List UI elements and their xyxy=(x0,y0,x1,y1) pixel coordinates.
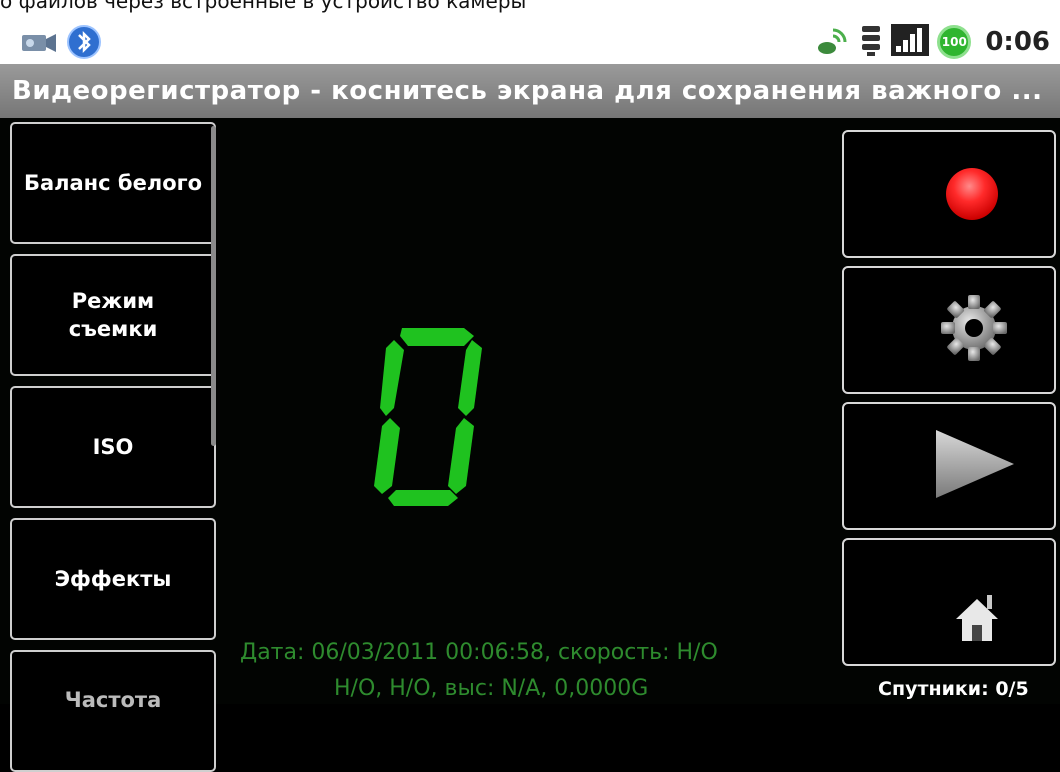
iso-button[interactable]: ISO xyxy=(10,386,216,508)
white-balance-button[interactable]: Баланс белого xyxy=(10,122,216,244)
status-left-icons xyxy=(20,24,102,64)
status-time: 0:06 xyxy=(985,27,1050,57)
iso-label: ISO xyxy=(92,435,134,459)
shooting-mode-button[interactable]: Режим съемки xyxy=(10,254,216,376)
record-button[interactable] xyxy=(842,130,1056,258)
effects-button[interactable]: Эффекты xyxy=(10,518,216,640)
app-title: Видеорегистратор - коснитесь экрана для … xyxy=(12,76,1043,106)
frequency-button[interactable]: Частота xyxy=(10,650,216,772)
gps-info-line2: Н/О, Н/О, выс: N/A, 0,0000G xyxy=(334,676,649,701)
gps-info-line1: Дата: 06/03/2011 00:06:58, скорость: Н/О xyxy=(240,640,718,665)
play-icon xyxy=(932,426,1018,506)
status-right-icons: 100 0:06 xyxy=(815,22,1050,62)
gps-signal-icon xyxy=(815,22,851,62)
title-bar: Видеорегистратор - коснитесь экрана для … xyxy=(0,64,1060,118)
wifi-icon xyxy=(859,22,883,62)
satellites-count: Спутники: 0/5 xyxy=(878,678,1029,700)
caption-text: о файлов через встроенные в устройство к… xyxy=(0,0,527,13)
status-bar: 100 0:06 xyxy=(0,18,1060,64)
record-icon xyxy=(946,168,998,220)
home-icon xyxy=(952,585,1002,649)
battery-level: 100 xyxy=(941,35,967,49)
home-button[interactable] xyxy=(842,538,1056,666)
camera-recorder-icon xyxy=(20,25,60,63)
bluetooth-globe-icon xyxy=(66,24,102,64)
gear-icon xyxy=(939,293,1009,367)
battery-icon: 100 xyxy=(937,25,972,59)
frequency-label: Частота xyxy=(64,688,162,712)
effects-label: Эффекты xyxy=(54,567,172,591)
settings-button[interactable] xyxy=(842,266,1056,394)
play-button[interactable] xyxy=(842,402,1056,530)
shooting-mode-label: Режим съемки xyxy=(68,289,158,341)
white-balance-label: Баланс белого xyxy=(23,171,203,195)
caption-strip: о файлов через встроенные в устройство к… xyxy=(0,0,1060,18)
recording-counter: 0 xyxy=(374,328,482,506)
left-menu-scrollbar[interactable] xyxy=(211,126,216,446)
cell-signal-icon xyxy=(891,22,930,62)
camera-preview[interactable]: Баланс белого Режим съемки ISO Эффекты Ч… xyxy=(0,118,1060,772)
